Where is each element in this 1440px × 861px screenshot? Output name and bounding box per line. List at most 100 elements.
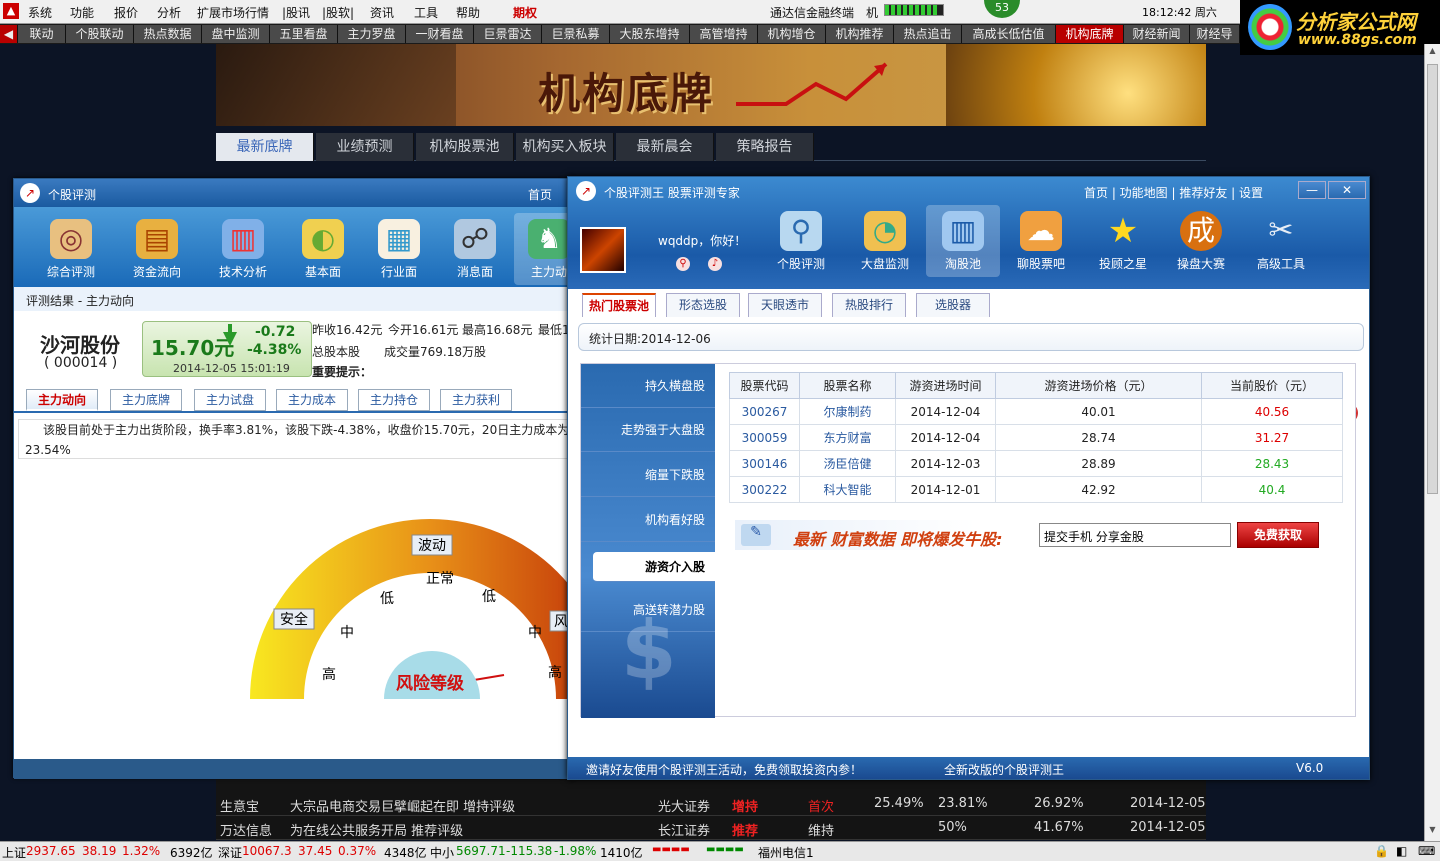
keyboard-icon[interactable]: ⌨ (1418, 844, 1435, 858)
subtab-latest-cards[interactable]: 最新底牌 (216, 133, 314, 161)
tab-inst-cards[interactable]: 机构底牌 (1056, 25, 1124, 43)
close-button[interactable]: ✕ (1328, 181, 1366, 199)
page-scrollbar[interactable]: ▲ ▼ (1424, 44, 1440, 841)
icon-btn-fund-flow[interactable]: ▤ 资金流向 (122, 213, 192, 285)
window-title[interactable]: 个股评测王 股票评测专家 (604, 184, 740, 201)
menu-stock-news[interactable]: |股讯 (282, 4, 310, 21)
rtab-screener[interactable]: 选股器 (916, 293, 990, 317)
ricon-market-monitor[interactable]: ◔ 大盘监测 (850, 205, 920, 277)
menu-help[interactable]: 帮助 (456, 4, 480, 21)
notification-badge[interactable]: 53 (984, 0, 1020, 18)
cell-name[interactable]: 科大智能 (799, 476, 896, 503)
cell-code[interactable]: 300222 (729, 476, 800, 503)
ltab-test[interactable]: 主力试盘 (194, 389, 266, 411)
tab-major-holder[interactable]: 大股东增持 (610, 25, 690, 43)
table-row[interactable]: 300267 尔康制药 2014-12-04 40.01 40.56 (729, 398, 1343, 425)
zx-index[interactable]: 5697.71 (456, 844, 506, 858)
menu-tools[interactable]: 工具 (414, 4, 438, 21)
cell-code[interactable]: 300267 (729, 398, 800, 425)
tab-inst-recommend[interactable]: 机构推荐 (826, 25, 894, 43)
menu-extended-market[interactable]: 扩展市场行情 (197, 4, 269, 21)
ricon-advisor-star[interactable]: ★ 投顾之星 (1088, 205, 1158, 277)
tab-hot-data[interactable]: 热点数据 (134, 25, 202, 43)
ricon-stock-eval[interactable]: ⚲ 个股评测 (766, 205, 836, 277)
tab-wuli-view[interactable]: 五里看盘 (270, 25, 338, 43)
ricon-trading-contest[interactable]: 成操盘大赛 (1166, 205, 1236, 277)
rtab-pattern[interactable]: 形态选股 (666, 293, 740, 317)
phone-input[interactable]: 提交手机 分享金股 (1039, 523, 1231, 547)
tab-yicai-view[interactable]: 一财看盘 (406, 25, 474, 43)
icon-btn-overall[interactable]: ◎ 综合评测 (36, 213, 106, 285)
tab-jujing-private[interactable]: 巨景私募 (542, 25, 610, 43)
menu-analysis[interactable]: 分析 (157, 4, 181, 21)
scrollbar-thumb[interactable] (1427, 64, 1438, 494)
icon-btn-technical[interactable]: ▥ 技术分析 (208, 213, 278, 285)
tab-exec-holding[interactable]: 高管增持 (690, 25, 758, 43)
tray-icon[interactable]: ◧ (1396, 844, 1407, 858)
subtab-inst-pool[interactable]: 机构股票池 (416, 133, 514, 161)
ltab-holding[interactable]: 主力持仓 (358, 389, 430, 411)
subtab-inst-buy-sector[interactable]: 机构买入板块 (516, 133, 614, 161)
side-item-inst[interactable]: 机构看好股 (581, 498, 715, 542)
side-item-hot-money[interactable]: 游资介入股 (593, 552, 715, 582)
menu-function[interactable]: 功能 (70, 4, 94, 21)
invite-text[interactable]: 邀请好友使用个股评测王活动，免费领取投资内参！ (586, 761, 862, 778)
ricon-advanced-tools[interactable]: ✂ 高级工具 (1246, 205, 1316, 277)
icon-btn-industry[interactable]: ▦ 行业面 (364, 213, 434, 285)
side-item-strong[interactable]: 走势强于大盘股 (581, 408, 715, 452)
cell-code[interactable]: 300146 (729, 450, 800, 477)
ltab-cost[interactable]: 主力成本 (276, 389, 348, 411)
ricon-stock-pool[interactable]: ▥ 淘股池 (926, 205, 1000, 277)
rtab-hot-pool[interactable]: 热门股票池 (582, 293, 656, 317)
ad-88gs[interactable]: 分析家公式网 www.88gs.com (1240, 0, 1440, 55)
free-get-button[interactable]: 免费获取 (1237, 522, 1319, 548)
subtab-morning-meeting[interactable]: 最新晨会 (616, 133, 714, 161)
home-link[interactable]: 首页 (528, 186, 552, 203)
tab-jujing-radar[interactable]: 巨景雷达 (474, 25, 542, 43)
menu-options[interactable]: 期权 (513, 4, 537, 21)
side-item-flat[interactable]: 持久横盘股 (581, 364, 715, 408)
tab-intraday-monitor[interactable]: 盘中监测 (202, 25, 270, 43)
tab-fin-guide[interactable]: 财经导 (1190, 25, 1240, 43)
avatar[interactable] (580, 227, 626, 273)
scroll-up-icon[interactable]: ▲ (1427, 46, 1438, 60)
subtab-earnings-forecast[interactable]: 业绩预测 (316, 133, 414, 161)
tab-inst-add[interactable]: 机构增仓 (758, 25, 826, 43)
table-row[interactable]: 万达信息 为在线公共服务开局 推荐评级 长江证券 推荐 维持 50% 41.67… (216, 816, 1206, 840)
tab-high-growth[interactable]: 高成长低估值 (962, 25, 1056, 43)
subtab-strategy-report[interactable]: 策略报告 (716, 133, 814, 161)
table-row[interactable]: 300222 科大智能 2014-12-01 42.92 40.4 (729, 476, 1343, 503)
cell-name[interactable]: 东方财富 (799, 424, 896, 451)
cell-name[interactable]: 汤臣倍健 (799, 450, 896, 477)
minimize-button[interactable]: — (1298, 181, 1326, 199)
cell-name[interactable]: 尔康制药 (799, 398, 896, 425)
icon-btn-fundamental[interactable]: ◐ 基本面 (288, 213, 358, 285)
rtab-eye[interactable]: 天眼透市 (748, 293, 822, 317)
header-links[interactable]: 首页 | 功能地图 | 推荐好友 | 设置 (1084, 184, 1263, 201)
tab-nav-left-icon[interactable]: ◀ (0, 25, 18, 43)
rtab-hot-rank[interactable]: 热股排行 (832, 293, 906, 317)
ltab-cards[interactable]: 主力底牌 (110, 389, 182, 411)
icon-btn-news[interactable]: ☍ 消息面 (440, 213, 510, 285)
scroll-down-icon[interactable]: ▼ (1427, 825, 1438, 839)
tab-stock-linkage[interactable]: 个股联动 (66, 25, 134, 43)
cell-code[interactable]: 300059 (729, 424, 800, 451)
tab-hot-chase[interactable]: 热点追击 (894, 25, 962, 43)
tab-linkage[interactable]: 联动 (18, 25, 66, 43)
menu-system[interactable]: 系统 (28, 4, 52, 21)
window-titlebar[interactable]: ↗ 个股评测 首页 (14, 179, 572, 207)
table-row[interactable]: 300146 汤臣倍健 2014-12-03 28.89 28.43 (729, 450, 1343, 477)
ltab-profit[interactable]: 主力获利 (440, 389, 512, 411)
table-row[interactable]: 300059 东方财富 2014-12-04 28.74 31.27 (729, 424, 1343, 451)
menu-stock-software[interactable]: |股软| (322, 4, 354, 21)
ltab-trend[interactable]: 主力动向 (26, 389, 98, 411)
tab-fin-news[interactable]: 财经新闻 (1124, 25, 1190, 43)
side-item-shrink[interactable]: 缩量下跌股 (581, 453, 715, 497)
sz-index[interactable]: 10067.3 (242, 844, 292, 858)
search-icon[interactable]: ⚲ (676, 257, 690, 271)
ricon-chat[interactable]: ☁ 聊股票吧 (1006, 205, 1076, 277)
menu-quote[interactable]: 报价 (114, 4, 138, 21)
table-row[interactable]: 生意宝 大宗品电商交易巨擘崛起在即 增持评级 光大证券 增持 首次 25.49%… (216, 792, 1206, 816)
bell-icon[interactable]: ♪ (708, 257, 722, 271)
sh-index[interactable]: 2937.65 (26, 844, 76, 858)
